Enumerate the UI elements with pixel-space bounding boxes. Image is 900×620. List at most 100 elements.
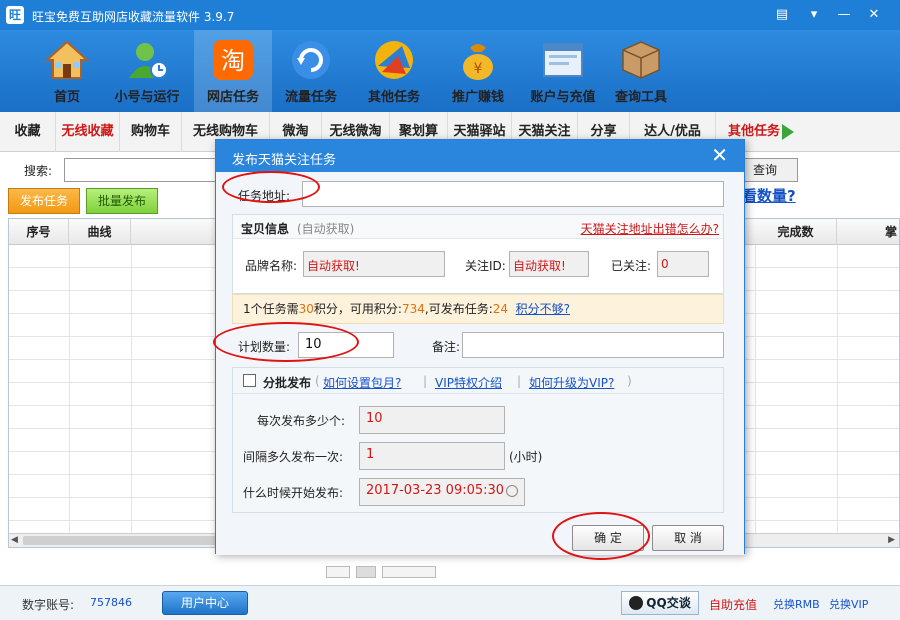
search-label: 搜索: (24, 164, 53, 178)
menu-dropdown-icon[interactable]: ▾ (804, 6, 824, 24)
points-available: 734 (401, 302, 425, 316)
window-icon (543, 43, 583, 77)
interval-label: 间隔多久发布一次: (243, 450, 344, 464)
follow-url-help-link[interactable]: 天猫关注地址出错怎么办? (581, 220, 719, 237)
note-input[interactable] (462, 332, 724, 358)
batch-publish-panel: 分批发布 ( 如何设置包月? | VIP特权介绍 | 如何升级为VIP? ) 每… (232, 367, 724, 513)
toolbar-home[interactable]: 首页 (28, 30, 106, 112)
dialog-title: 发布天猫关注任务 (232, 153, 337, 168)
start-time-label: 什么时候开始发布: (243, 486, 344, 500)
ball-icon (375, 41, 413, 79)
goods-info-auto-note: (自动获取) (297, 222, 355, 236)
taobao-icon: 淘 (213, 40, 253, 80)
qq-chat-button[interactable]: QQ交谈 (621, 591, 699, 615)
follow-id-field: 自动获取! (509, 251, 589, 277)
per-publish-input[interactable]: 10 (359, 406, 505, 434)
search-input[interactable] (64, 158, 224, 182)
toolbar-account-recharge[interactable]: 账户与充值 (520, 30, 606, 112)
publishable-tasks: 24 (492, 302, 509, 316)
tab-mobile-favorites[interactable]: 无线收藏 (56, 112, 120, 152)
goods-info-title: 宝贝信息 (241, 222, 290, 236)
points-not-enough-link[interactable]: 积分不够? (516, 302, 570, 316)
batch-publish-button[interactable]: 批量发布 (86, 188, 158, 214)
chat-icon[interactable]: ▤ (772, 6, 792, 24)
toolbar-accounts-run[interactable]: 小号与运行 (108, 30, 186, 112)
followed-label: 已关注: (611, 259, 652, 273)
toolbar-promote-earn[interactable]: ¥ 推广赚钱 (439, 30, 517, 112)
exchange-vip-link[interactable]: 兑换VIP (829, 596, 868, 612)
clock-icon[interactable] (506, 485, 518, 497)
title-bar: 旺 旺宝免费互助网店收藏流量软件 3.9.7 ▤ ▾ — ✕ (0, 0, 900, 30)
pager-box[interactable] (356, 566, 376, 578)
moneybag-icon: ¥ (463, 44, 493, 80)
task-url-label: 任务地址: (238, 189, 291, 203)
separator: | (423, 374, 428, 388)
confirm-button[interactable]: 确 定 (572, 525, 644, 551)
per-publish-label: 每次发布多少个: (257, 414, 346, 428)
dialog-close-icon[interactable]: ✕ (711, 144, 728, 166)
tab-favorites[interactable]: 收藏 (0, 112, 56, 152)
col-curve[interactable]: 曲线 (69, 219, 131, 245)
box-icon (622, 41, 660, 79)
toolbar-query-tools[interactable]: 查询工具 (602, 30, 680, 112)
brand-field: 自动获取! (303, 251, 445, 277)
green-arrow-icon (782, 123, 794, 140)
publish-tmall-follow-dialog: 发布天猫关注任务 ✕ 任务地址: 宝贝信息 (自动获取) 天猫关注地址出错怎么办… (215, 139, 745, 555)
points-info-bar: 1个任务需30积分，可用积分:734,可发布任务:24 积分不够? (232, 294, 724, 324)
col-completed[interactable]: 完成数 (755, 219, 837, 245)
points-text: ,可发布任务: (424, 302, 493, 316)
col-more[interactable]: 掌 (837, 219, 900, 245)
account-label: 数字账号: (22, 598, 75, 612)
toolbar-other-tasks[interactable]: 其他任务 (355, 30, 433, 112)
auto-recharge-link[interactable]: 自助充值 (709, 596, 757, 613)
points-cost: 30 (298, 302, 314, 316)
points-text: 1个任务需 (243, 302, 299, 316)
batch-publish-title: 分批发布 (263, 376, 312, 390)
upgrade-vip-link[interactable]: 如何升级为VIP? (529, 374, 614, 391)
plan-count-input[interactable]: 10 (298, 332, 394, 358)
separator: | (517, 374, 522, 388)
cancel-button[interactable]: 取 消 (652, 525, 724, 551)
monthly-setup-link[interactable]: 如何设置包月? (323, 374, 401, 391)
svg-text:¥: ¥ (474, 61, 483, 77)
minimize-button[interactable]: — (834, 6, 854, 24)
home-icon (45, 40, 89, 79)
main-toolbar: 首页 小号与运行 淘 网店任务 流量任务 其他任务 ¥ 推广赚钱 账户与充值 查… (0, 30, 900, 112)
publish-task-button[interactable]: 发布任务 (8, 188, 80, 214)
dialog-body: 任务地址: 宝贝信息 (自动获取) 天猫关注地址出错怎么办? 品牌名称: 自动获… (216, 172, 744, 555)
vip-privilege-link[interactable]: VIP特权介绍 (435, 374, 502, 391)
svg-text:淘: 淘 (221, 47, 245, 75)
toolbar-shop-tasks[interactable]: 淘 网店任务 (194, 30, 272, 112)
plan-count-label: 计划数量: (238, 340, 291, 354)
points-text: 积分，可用积分: (313, 302, 402, 316)
account-value: 757846 (90, 596, 132, 609)
follow-id-label: 关注ID: (465, 259, 506, 273)
col-index[interactable]: 序号 (9, 219, 69, 245)
task-url-input[interactable] (302, 181, 724, 207)
goods-info-panel: 宝贝信息 (自动获取) 天猫关注地址出错怎么办? 品牌名称: 自动获取! 关注I… (232, 214, 724, 294)
brand-label: 品牌名称: (245, 259, 298, 273)
start-time-value: 2017-03-23 09:05:30 (366, 483, 505, 498)
scroll-right-icon[interactable]: ▶ (888, 535, 895, 545)
toolbar-traffic-tasks[interactable]: 流量任务 (272, 30, 350, 112)
pager-box[interactable] (326, 566, 350, 578)
scroll-left-icon[interactable]: ◀ (11, 535, 18, 545)
tab-other-tasks-label: 其他任务 (727, 124, 780, 139)
followed-field: 0 (657, 251, 709, 277)
start-time-input[interactable]: 2017-03-23 09:05:30 (359, 478, 525, 506)
user-center-button[interactable]: 用户中心 (162, 591, 248, 615)
exchange-rmb-link[interactable]: 兑换RMB (773, 596, 820, 612)
batch-publish-checkbox[interactable] (243, 374, 256, 387)
app-icon: 旺 (6, 6, 24, 24)
close-window-button[interactable]: ✕ (864, 6, 884, 24)
tab-cart[interactable]: 购物车 (120, 112, 182, 152)
user-run-icon (129, 43, 168, 79)
see-count-link[interactable]: 看数量? (742, 185, 796, 206)
status-bar: 数字账号: 757846 用户中心 QQ交谈 自助充值 兑换RMB 兑换VIP (0, 585, 900, 620)
interval-unit: (小时) (509, 450, 543, 464)
pager-box[interactable] (382, 566, 436, 578)
dialog-title-bar: 发布天猫关注任务 ✕ (216, 140, 744, 172)
refresh-icon (292, 41, 330, 79)
interval-input[interactable]: 1 (359, 442, 505, 470)
window-title: 旺宝免费互助网店收藏流量软件 3.9.7 (32, 10, 235, 24)
